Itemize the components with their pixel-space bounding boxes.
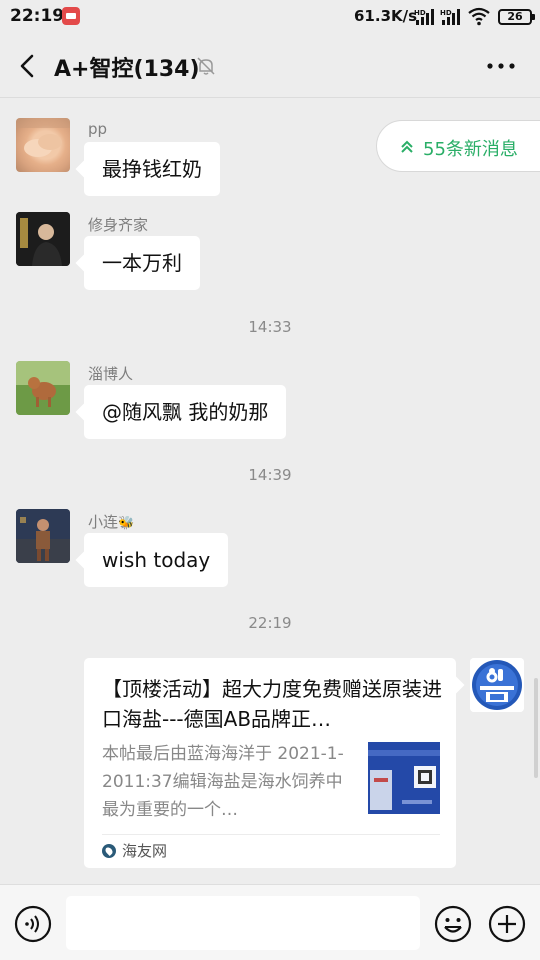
mute-bell-icon: [197, 57, 215, 75]
new-messages-button[interactable]: 55条新消息: [376, 120, 540, 172]
message-bubble[interactable]: 最挣钱红奶: [84, 142, 220, 196]
message-bubble[interactable]: wish today: [84, 533, 229, 587]
link-card-divider: [102, 834, 440, 835]
chat-area[interactable]: pp 最挣钱红奶 修身齐家 一本万利 14:33 淄博人 @随风飘 我的奶那 1…: [0, 98, 540, 884]
input-bar: [0, 884, 540, 960]
link-card-description: 本帖最后由蓝海海洋于 2021-1-2011:37编辑海盐是海水饲养中最为重要的…: [102, 744, 344, 820]
app-notification-icon: [62, 7, 80, 25]
ai-logo-icon: [470, 658, 524, 712]
scrollbar[interactable]: [534, 678, 538, 778]
double-chevron-up-icon: [401, 140, 413, 153]
voice-icon[interactable]: [14, 905, 52, 943]
sender-name: 小连🐝: [88, 513, 135, 531]
message-bubble[interactable]: @随风飘 我的奶那: [84, 385, 287, 439]
link-card-title: 【顶楼活动】超大力度免费赠送原装进口海盐---德国AB品牌正…: [102, 677, 442, 731]
sender-name: 淄博人: [88, 365, 134, 383]
dog-photo-icon: [16, 361, 70, 415]
status-bar: 22:19 61.3K/s HD HD 26: [0, 0, 540, 34]
sender-name: 修身齐家: [88, 216, 149, 234]
chat-title: A+智控(134): [54, 57, 200, 82]
avatar[interactable]: [16, 361, 70, 415]
thumbnail-image-icon: [368, 742, 440, 814]
network-speed: 61.3K/s: [354, 7, 418, 25]
emoji-icon[interactable]: [434, 905, 472, 943]
wifi-icon: [468, 7, 490, 26]
link-card[interactable]: 【顶楼活动】超大力度免费赠送原装进口海盐---德国AB品牌正… 本帖最后由蓝海海…: [84, 658, 456, 868]
signal-hd-icon: HD: [414, 9, 434, 25]
sender-name: pp: [88, 120, 108, 138]
chat-header: A+智控(134): [0, 34, 540, 98]
hands-photo-icon: [16, 118, 70, 157]
message-bubble[interactable]: 一本万利: [84, 236, 200, 290]
battery-icon: 26: [498, 9, 535, 25]
avatar[interactable]: [16, 212, 70, 266]
signal-hd-icon: HD: [440, 9, 460, 25]
status-time: 22:19: [10, 6, 65, 26]
avatar[interactable]: [16, 118, 70, 172]
link-card-thumbnail: [368, 742, 440, 814]
back-arrow-icon[interactable]: [14, 52, 42, 80]
person-photo-icon: [16, 509, 70, 563]
timestamp: 22:19: [248, 614, 292, 632]
new-messages-label: 55条新消息: [423, 139, 518, 160]
svg-text:HD: HD: [440, 9, 452, 17]
avatar[interactable]: [16, 509, 70, 563]
plus-icon[interactable]: [488, 905, 526, 943]
more-dots-icon[interactable]: [486, 58, 516, 74]
timestamp: 14:33: [248, 318, 292, 336]
portrait-photo-icon: [16, 212, 70, 266]
timestamp: 14:39: [248, 466, 292, 484]
avatar[interactable]: [470, 658, 524, 712]
source-logo-icon: [102, 844, 116, 858]
link-card-source: 海友网: [122, 842, 168, 860]
svg-text:HD: HD: [414, 9, 426, 17]
message-input[interactable]: [66, 896, 420, 950]
